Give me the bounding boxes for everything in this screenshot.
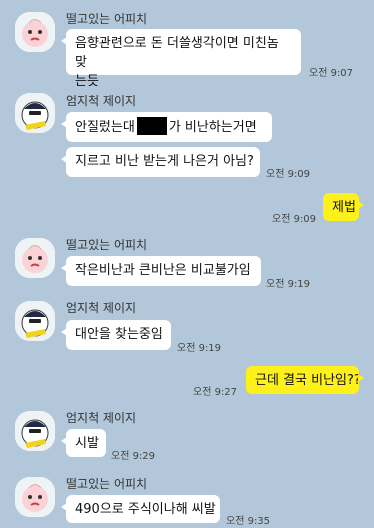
avatar[interactable] xyxy=(15,12,55,52)
avatar[interactable] xyxy=(15,238,55,278)
sender-name: 엄지척 제이지 xyxy=(66,301,137,315)
message-bubble[interactable]: 시발 xyxy=(61,429,106,457)
avatar[interactable] xyxy=(15,477,55,517)
sender-name: 엄지척 제이지 xyxy=(66,411,137,425)
sender-name: 떨고있는 어피치 xyxy=(66,12,148,26)
redaction-block xyxy=(136,117,167,135)
avatar[interactable] xyxy=(15,411,55,451)
avatar[interactable] xyxy=(15,301,55,341)
message-text: 는듯 xyxy=(75,74,99,89)
message-text: 작은비난과 큰비난은 비교불가임 xyxy=(75,263,251,278)
message-text: 안질렀는대 xyxy=(75,120,135,135)
message-time: 오전 9:29 xyxy=(111,451,156,462)
jayg-avatar-icon xyxy=(15,93,55,133)
sender-name: 엄지척 제이지 xyxy=(66,94,137,108)
message-text: 490으로 주식이나해 씨발 xyxy=(75,502,216,517)
avatar[interactable] xyxy=(15,93,55,133)
sender-name: 떨고있는 어피치 xyxy=(66,238,148,252)
message-time: 오전 9:35 xyxy=(226,516,271,527)
message-time: 오전 9:09 xyxy=(266,169,311,180)
message-bubble-mine[interactable]: 제법 xyxy=(323,193,364,221)
message-text: 대안을 찾는중임 xyxy=(75,327,163,342)
message-time: 오전 9:27 xyxy=(193,387,238,398)
message-time: 오전 9:09 xyxy=(272,214,317,225)
jayg-avatar-icon xyxy=(15,301,55,341)
apeach-avatar-icon xyxy=(15,238,55,278)
chat-room[interactable]: 떨고있는 어피치 음향관련으로 돈 더쓸생각이면 미친놈 맞 는듯 오전 9:0… xyxy=(0,0,374,528)
message-bubble[interactable]: 지르고 비난 받는게 나은거 아님? xyxy=(61,147,260,177)
message-bubble[interactable]: 안질렀는대 가 비난하는거면 xyxy=(61,112,272,142)
apeach-avatar-icon xyxy=(15,477,55,517)
message-bubble[interactable]: 대안을 찾는중임 xyxy=(61,320,171,350)
message-text: 지르고 비난 받는게 나은거 아님? xyxy=(75,154,254,169)
message-bubble[interactable]: 음향관련으로 돈 더쓸생각이면 미친놈 맞 는듯 xyxy=(61,29,301,89)
message-bubble[interactable]: 작은비난과 큰비난은 비교불가임 xyxy=(61,256,261,286)
message-time: 오전 9:19 xyxy=(266,279,311,290)
message-text: 가 비난하는거면 xyxy=(168,120,257,135)
message-text: 제법 xyxy=(332,200,356,215)
sender-name: 떨고있는 어피치 xyxy=(66,477,148,491)
message-bubble[interactable]: 490으로 주식이나해 씨발 xyxy=(61,495,220,523)
message-time: 오전 9:07 xyxy=(309,68,354,79)
message-bubble-mine[interactable]: 근데 결국 비난임?? xyxy=(246,366,364,394)
jayg-avatar-icon xyxy=(15,411,55,451)
message-time: 오전 9:19 xyxy=(177,343,222,354)
message-text: 음향관련으로 돈 더쓸생각이면 미친놈 맞 xyxy=(75,36,279,70)
message-text: 시발 xyxy=(75,436,99,451)
message-text: 근데 결국 비난임?? xyxy=(255,373,361,388)
apeach-avatar-icon xyxy=(15,12,55,52)
